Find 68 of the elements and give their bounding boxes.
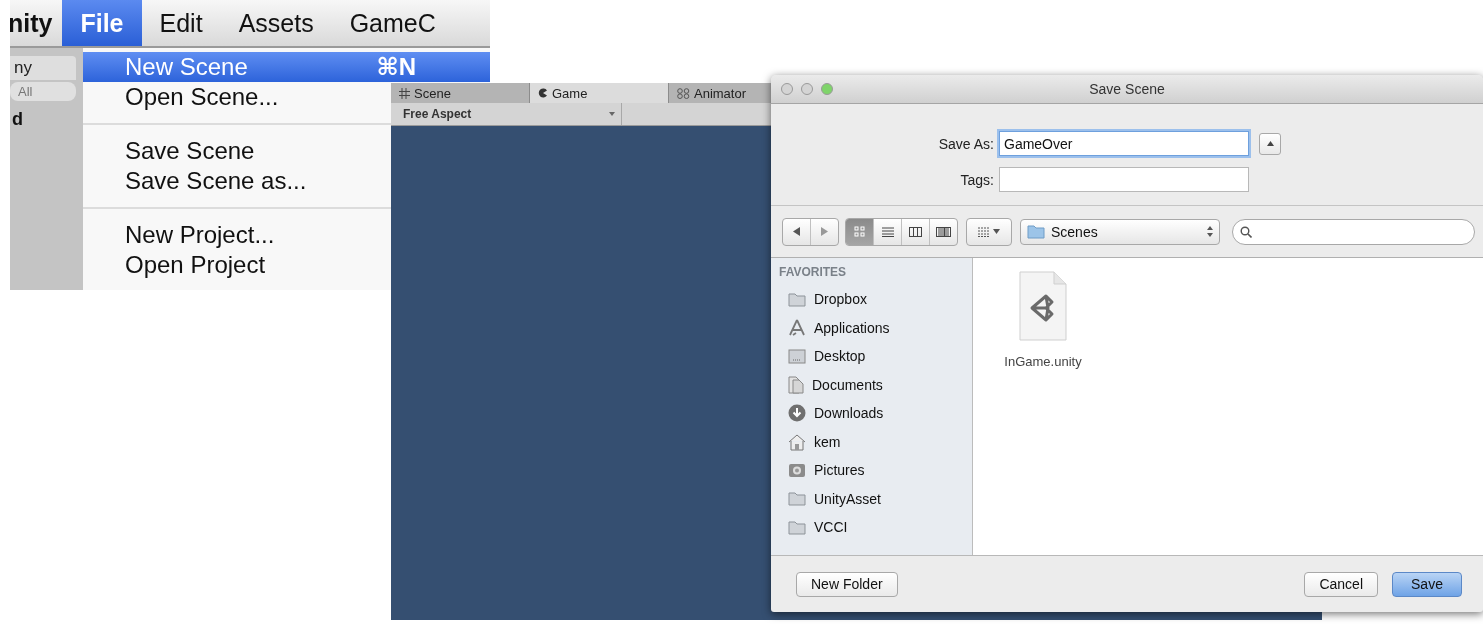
file-name-field[interactable]: GameOver [999,131,1249,156]
sidebar-item[interactable]: Desktop [779,342,972,371]
documents-icon [788,375,804,394]
grid-icon [854,226,865,237]
sidebar-item[interactable]: Downloads [779,399,972,428]
file-item[interactable]: InGame.unity [1003,270,1083,555]
dialog-button[interactable]: New Folder [796,571,898,597]
document-icon [1018,270,1068,342]
field-label: Save As: [937,135,995,152]
compass-icon [788,319,806,337]
menu-item[interactable]: Save Scene as... [83,166,321,196]
collapse-button[interactable] [1259,132,1281,155]
caret-icon [609,112,615,116]
menu-item[interactable]: Open Project [83,250,280,280]
menu-title[interactable]: Edit [141,0,221,46]
field-label: Tags: [959,171,995,188]
sidebar-item[interactable]: VCCI [779,513,972,542]
stepper-icon [1207,226,1213,237]
columns-icon [909,226,922,237]
desktop-icon [788,348,806,364]
sidebar-item[interactable]: Applications [779,313,972,342]
editor-tab[interactable]: Game [530,83,669,103]
search-icon [1240,225,1252,238]
search-field[interactable]: All [10,82,76,101]
hierarchy-item[interactable]: d [10,103,83,136]
sidebar-item[interactable]: Pictures [779,456,972,485]
tags-field[interactable] [999,167,1249,192]
dialog-button[interactable]: Save [1392,571,1462,597]
folder-icon [788,291,806,307]
list-icon [881,226,894,237]
location-popup[interactable]: Scenes [1020,218,1220,245]
editor-tab[interactable]: Scene [391,83,530,103]
menu-item[interactable]: Open Scene... [83,82,293,112]
window-title: Save Scene [1089,81,1165,97]
search-field[interactable] [1232,218,1475,245]
download-icon [788,404,806,423]
grid-icon [978,226,989,237]
forward-icon [821,227,828,236]
close-button[interactable] [781,83,793,95]
caret-icon [1266,141,1274,146]
sidebar-heading: FAVORITES [779,265,848,279]
cover-flow-icon [936,226,951,237]
folder-icon [788,519,806,535]
camera-icon [788,462,806,479]
sidebar-item[interactable]: UnityAsset [779,484,972,513]
menu-title[interactable]: GameC [331,0,454,46]
back-icon [793,227,800,236]
folder-icon [1027,224,1045,239]
menu-title[interactable]: File [62,0,142,46]
menu-item[interactable]: Save Scene [83,136,269,166]
dialog-button[interactable]: Cancel [1304,571,1378,597]
menu-title[interactable]: Assets [220,0,332,46]
nodes-icon [677,87,690,99]
caret-icon [993,229,1000,234]
pacman-icon [538,88,548,98]
zoom-button[interactable] [821,83,833,95]
app-menu[interactable]: nity [10,0,63,46]
sidebar-item[interactable]: kem [779,427,972,456]
arrange-button[interactable] [966,217,1012,246]
menu-item[interactable]: New Scene ⌘N [83,52,490,82]
sidebar-item[interactable]: Documents [779,370,972,399]
menu-item[interactable]: New Project... [83,220,289,250]
minimize-button[interactable] [801,83,813,95]
sidebar-item[interactable]: Dropbox [779,285,972,314]
hierarchy-tab[interactable]: ny [10,56,76,80]
home-icon [788,432,806,451]
folder-icon [788,491,806,507]
grid-icon [399,87,410,99]
